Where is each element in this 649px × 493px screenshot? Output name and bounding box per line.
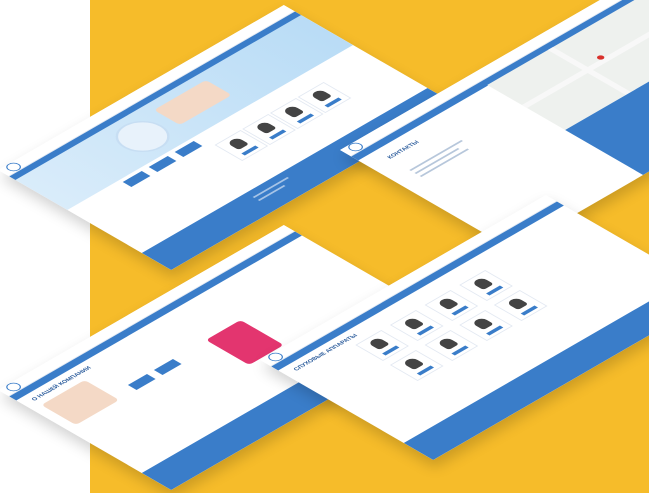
hearing-aid-image <box>471 276 494 290</box>
hearing-aid-image <box>367 336 390 350</box>
product-card <box>493 289 548 321</box>
product-card <box>389 309 444 341</box>
hearing-aid-image <box>254 120 277 134</box>
hearing-aid-image <box>436 296 460 310</box>
hearing-aid-image <box>402 356 425 370</box>
page-title: КОНТАКТЫ <box>386 140 422 160</box>
hearing-aid-bubble <box>104 114 181 159</box>
hearing-aid-image <box>471 316 494 330</box>
feature-icon <box>153 358 182 375</box>
product-card <box>459 269 513 301</box>
hearing-aid-image <box>226 136 250 150</box>
hearing-aid-image <box>505 296 529 310</box>
feature-icon <box>127 373 156 390</box>
hearing-aid-image <box>282 104 305 118</box>
product-card <box>424 329 479 361</box>
product-card <box>355 329 409 361</box>
hearing-aid-image <box>436 336 460 350</box>
product-card <box>389 349 444 381</box>
hearing-aid-image <box>402 316 425 330</box>
hearing-aid-image <box>309 88 333 102</box>
product-card <box>459 309 513 341</box>
product-card <box>424 289 479 321</box>
